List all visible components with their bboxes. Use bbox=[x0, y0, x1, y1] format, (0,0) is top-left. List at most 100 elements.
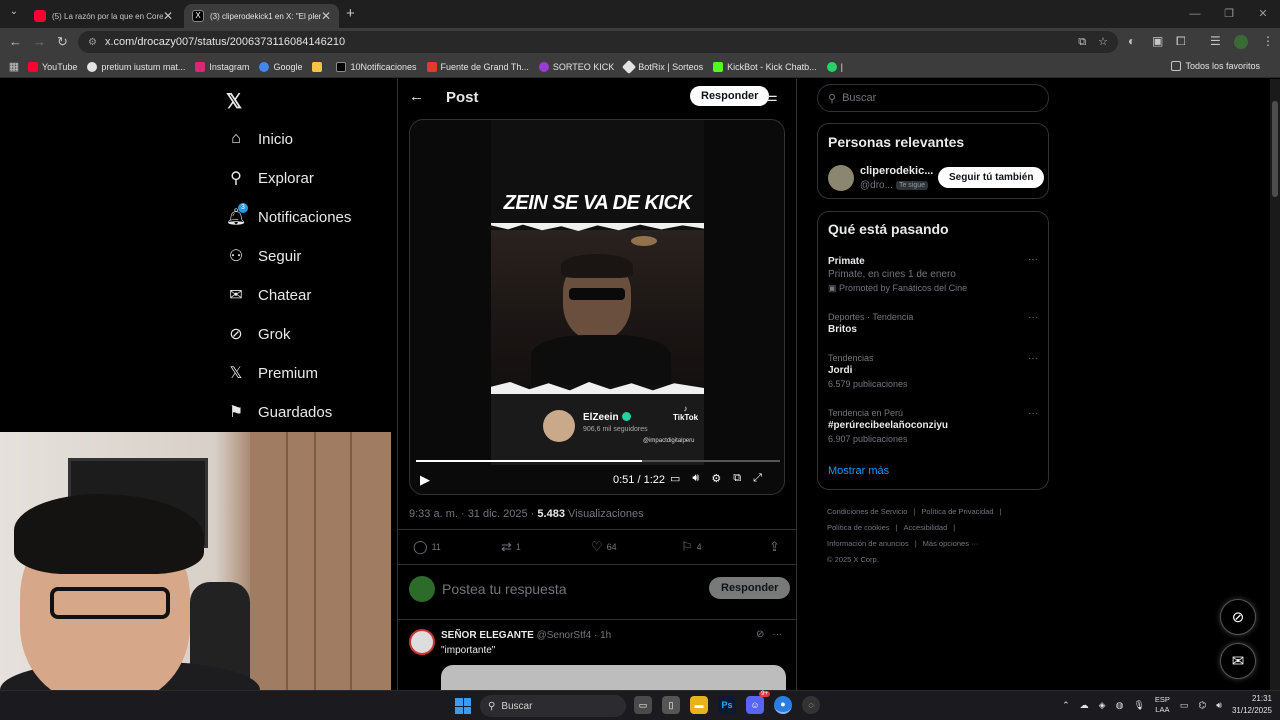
bookmark-10notificaciones[interactable]: 10Notificaciones bbox=[336, 61, 417, 72]
nav-premium[interactable]: 𝕏 Premium bbox=[226, 363, 318, 383]
bookmark-kickbot[interactable]: KickBot - Kick Chatb... bbox=[713, 61, 817, 72]
forward-icon[interactable]: → bbox=[33, 34, 46, 49]
chrome-icon[interactable]: ● bbox=[774, 696, 792, 714]
bookmark-whatsapp[interactable]: | bbox=[826, 61, 843, 72]
reply-author-avatar[interactable] bbox=[409, 629, 435, 655]
post-timestamp[interactable]: 9:33 a. m. · 31 dic. 2025 · bbox=[409, 508, 537, 520]
reply-media[interactable] bbox=[441, 665, 786, 690]
bookmark-youtube[interactable]: YouTube bbox=[28, 61, 77, 72]
tray-overflow-icon[interactable]: ⌃ bbox=[1062, 700, 1070, 711]
apps-grid-icon[interactable]: ▦ bbox=[0, 60, 28, 73]
nav-explore[interactable]: ⚲ Explorar bbox=[226, 168, 314, 188]
close-tab-icon[interactable]: ✕ bbox=[163, 9, 173, 23]
display-icon[interactable]: ▭ bbox=[1180, 700, 1189, 711]
bookmark-action[interactable]: ⚐ 4 bbox=[681, 539, 702, 555]
volume-icon[interactable]: 🔊︎ bbox=[1216, 700, 1222, 711]
task-view-icon[interactable]: ▭ bbox=[634, 696, 652, 714]
bookmark-star-icon[interactable]: ☆ bbox=[1098, 31, 1108, 53]
security-icon[interactable]: ◈ bbox=[1099, 700, 1106, 711]
maximize-icon[interactable]: ❐ bbox=[1212, 0, 1246, 28]
bookmark-pretium[interactable]: pretium iustum mat... bbox=[87, 61, 185, 72]
relevant-user-name[interactable]: cliperodekic... bbox=[860, 165, 933, 177]
play-icon[interactable]: ▶ bbox=[420, 472, 430, 488]
footer-link[interactable]: Más opciones ··· bbox=[923, 539, 979, 548]
grok-float-button[interactable]: ⊘ bbox=[1220, 599, 1256, 635]
all-bookmarks[interactable]: Todos los favoritos bbox=[1171, 61, 1260, 71]
messages-float-button[interactable]: ✉ bbox=[1220, 643, 1256, 679]
language-indicator[interactable]: ESP LAA bbox=[1155, 695, 1170, 715]
bookmark-botrix[interactable]: BotRix | Sorteos bbox=[622, 59, 703, 74]
footer-link[interactable]: Política de Privacidad bbox=[921, 507, 993, 516]
reload-icon[interactable]: ↻ bbox=[57, 34, 68, 50]
more-icon[interactable]: ··· bbox=[1028, 254, 1038, 265]
browser-menu-icon[interactable]: ⋮ bbox=[1262, 34, 1274, 48]
extension-icon[interactable]: ◐ bbox=[1128, 34, 1135, 48]
follow-back-button[interactable]: Seguir tú también bbox=[938, 167, 1045, 188]
reply-action[interactable]: ◯ 11 bbox=[413, 539, 441, 555]
nav-home[interactable]: ⌂ Inicio bbox=[226, 129, 293, 149]
trend-item[interactable]: Tendencias Jordi 6.579 publicaciones ··· bbox=[828, 353, 1040, 389]
close-tab-icon[interactable]: ✕ bbox=[321, 9, 331, 23]
fullscreen-icon[interactable]: ⤢ bbox=[753, 472, 762, 485]
settings-sliders-icon[interactable]: ⚌ bbox=[766, 89, 778, 105]
browser-tab-2[interactable]: X (3) cliperodekick1 en X: "El plen ✕ bbox=[184, 4, 339, 28]
footer-link[interactable]: Condiciones de Servicio bbox=[827, 507, 907, 516]
back-arrow-icon[interactable]: ← bbox=[409, 88, 424, 105]
more-icon[interactable]: ··· bbox=[1028, 312, 1038, 323]
install-app-icon[interactable]: ⧉ bbox=[1078, 31, 1086, 53]
clock[interactable]: 21:31 31/12/2025 bbox=[1232, 693, 1272, 717]
new-tab-button[interactable]: + bbox=[346, 5, 355, 22]
x-logo-icon[interactable]: 𝕏 bbox=[226, 89, 242, 114]
tray-app-icon[interactable]: ◍ bbox=[1116, 700, 1124, 711]
microphone-icon[interactable]: 🎙︎ bbox=[1133, 700, 1144, 711]
nav-notifications[interactable]: 🔔︎ 3 Notificaciones bbox=[226, 203, 351, 227]
bookmark-misc[interactable] bbox=[312, 61, 326, 72]
file-explorer-icon[interactable]: ▬ bbox=[690, 696, 708, 714]
taskbar-search[interactable]: ⚲ Buscar bbox=[480, 695, 626, 717]
reply-author[interactable]: SEÑOR ELEGANTE @SenorStf4 · 1h bbox=[441, 630, 611, 641]
page-scrollbar[interactable] bbox=[1270, 79, 1280, 690]
footer-link[interactable]: Información de anuncios bbox=[827, 539, 909, 548]
more-icon[interactable]: ··· bbox=[1028, 353, 1038, 364]
extensions-puzzle-icon[interactable]: ⧠ bbox=[1176, 34, 1186, 49]
avatar[interactable] bbox=[828, 165, 854, 191]
video-progress-bar[interactable] bbox=[416, 460, 780, 462]
extension-icon[interactable]: ▣ bbox=[1152, 34, 1163, 48]
trend-item[interactable]: Tendencia en Perú #perúrecibeelañoconziy… bbox=[828, 408, 1040, 444]
reply-submit-button[interactable]: Responder bbox=[709, 577, 791, 599]
network-icon[interactable]: ⌬ bbox=[1198, 700, 1206, 711]
settings-gear-icon[interactable]: ⚙ bbox=[711, 472, 721, 485]
windows-start-icon[interactable] bbox=[455, 698, 471, 714]
nav-follow[interactable]: ⚇ Seguir bbox=[226, 246, 302, 266]
like-action[interactable]: ♡ 64 bbox=[591, 539, 617, 555]
site-info-icon[interactable]: ⚙ bbox=[88, 37, 97, 48]
browser-tab-1[interactable]: (5) La razón por la que en Core ✕ bbox=[26, 4, 181, 28]
onedrive-icon[interactable]: ☁ bbox=[1080, 700, 1089, 711]
app-icon[interactable]: ▯ bbox=[662, 696, 680, 714]
repost-action[interactable]: ⇄ 1 bbox=[501, 539, 521, 555]
back-icon[interactable]: ← bbox=[9, 34, 22, 49]
close-window-icon[interactable]: ✕ bbox=[1246, 0, 1280, 28]
minimize-icon[interactable]: — bbox=[1178, 0, 1212, 28]
show-more-link[interactable]: Mostrar más bbox=[828, 465, 889, 477]
more-icon[interactable]: ··· bbox=[772, 629, 782, 640]
reply-compose-input[interactable]: Postea tu respuesta bbox=[442, 581, 567, 597]
footer-link[interactable]: Accesibilidad bbox=[904, 523, 948, 532]
nav-chat[interactable]: ✉ Chatear bbox=[226, 285, 311, 305]
scrollbar-thumb[interactable] bbox=[1272, 101, 1278, 197]
address-bar[interactable]: ⚙ x.com/drocazy007/status/20063731160841… bbox=[78, 31, 1118, 53]
reading-list-icon[interactable]: ☰ bbox=[1210, 34, 1221, 48]
photoshop-icon[interactable]: Ps bbox=[718, 696, 736, 714]
bookmark-google[interactable]: Google bbox=[259, 61, 302, 72]
footer-link[interactable]: Política de cookies bbox=[827, 523, 890, 532]
nav-bookmarks[interactable]: ⚑ Guardados bbox=[226, 402, 332, 422]
more-icon[interactable]: ··· bbox=[1028, 408, 1038, 419]
profile-avatar[interactable] bbox=[1234, 35, 1248, 49]
trend-item[interactable]: Primate Primate, en cines 1 de enero ▣ P… bbox=[828, 254, 1040, 294]
search-input[interactable]: ⚲ Buscar bbox=[817, 84, 1049, 112]
trend-item[interactable]: Deportes · Tendencia Britos ··· bbox=[828, 312, 1040, 335]
discord-icon[interactable]: ☺ 9+ bbox=[746, 691, 770, 714]
video-player[interactable]: ZEIN SE VA DE KICK ElZeein 906,6 mil seg… bbox=[409, 119, 785, 495]
bookmark-gta[interactable]: Fuente de Grand Th... bbox=[426, 61, 529, 72]
app-icon[interactable]: ◌ bbox=[802, 696, 820, 714]
